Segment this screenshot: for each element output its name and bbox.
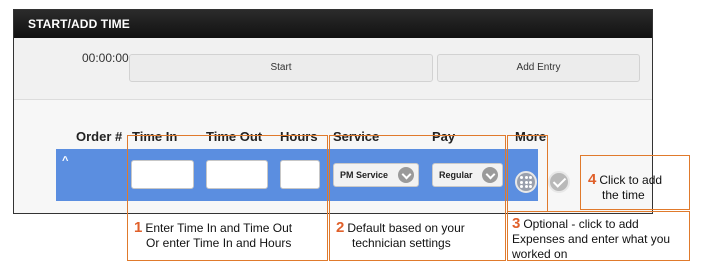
annotation-note-4: 4 Click to add the time xyxy=(588,171,663,202)
annotation-note-3: 3 Optional - click to add Expenses and en… xyxy=(512,215,671,261)
annotation-box-3-column xyxy=(507,135,548,212)
panel-title: START/ADD TIME xyxy=(14,10,652,38)
expand-caret[interactable]: ^ xyxy=(62,155,68,167)
annotation-note-1: 1 Enter Time In and Time Out Or enter Tim… xyxy=(134,219,293,250)
screenshot: START/ADD TIME 00:00:00 Start Add Entry … xyxy=(0,0,708,272)
column-header-order: Order # xyxy=(76,129,123,144)
add-entry-button[interactable]: Add Entry xyxy=(437,54,640,82)
timer-area: 00:00:00 Start Add Entry xyxy=(14,38,652,100)
start-button[interactable]: Start xyxy=(129,54,433,82)
timer-display: 00:00:00 xyxy=(82,51,129,65)
annotation-note-2: 2 Default based on your technician settin… xyxy=(336,219,465,250)
checkmark-icon[interactable] xyxy=(548,171,570,193)
